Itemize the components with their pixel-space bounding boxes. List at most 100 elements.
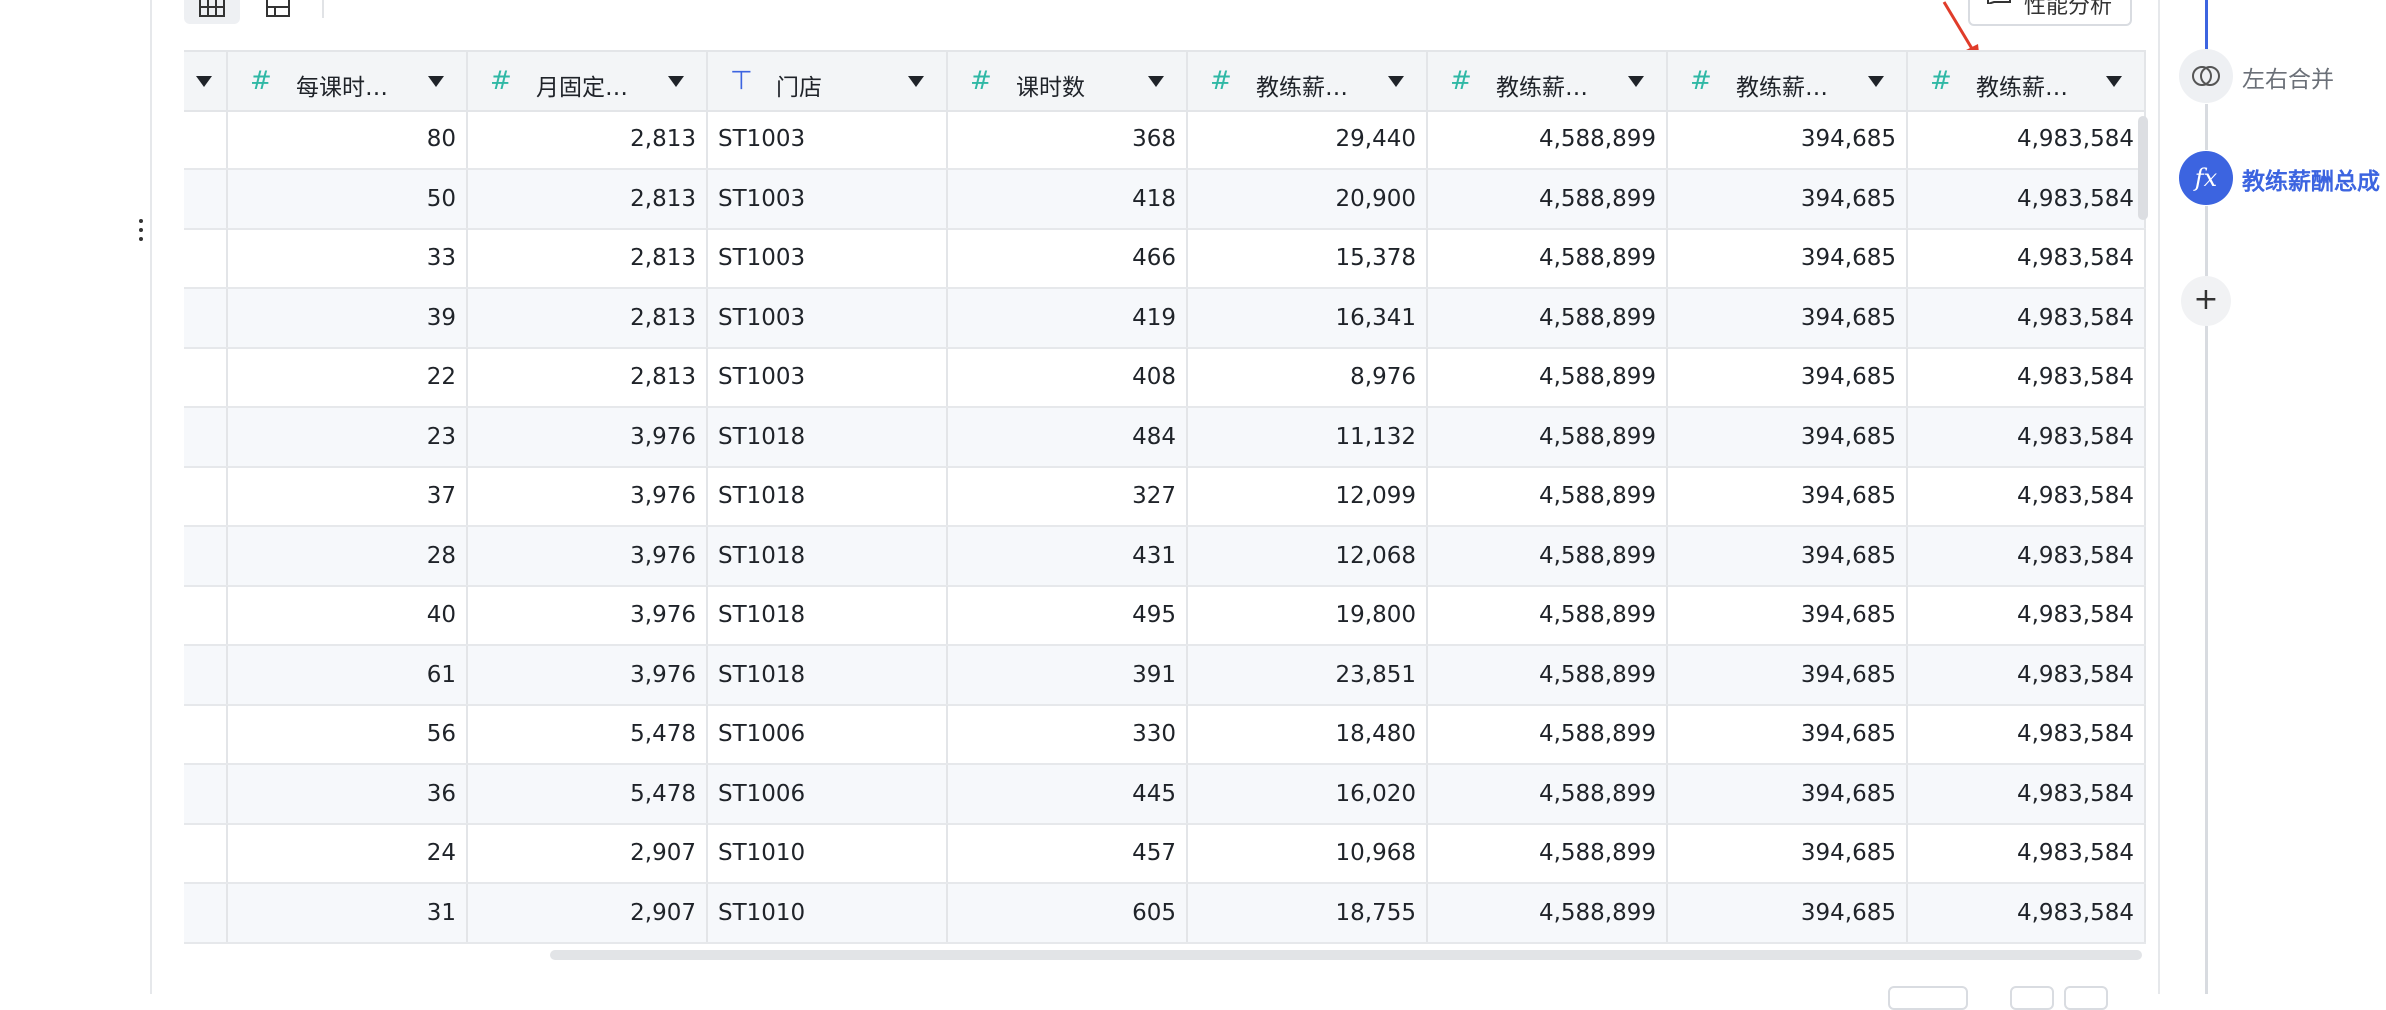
column-header[interactable]: # 每课时… [228,52,468,110]
column-header-label: 月固定… [536,75,628,101]
table-cell: 61 [228,645,468,704]
grid-icon [199,0,225,17]
table-row[interactable]: 28 3,976 ST1018 431 12,068 4,588,899 394,685 4,… [184,526,2146,587]
table-row[interactable]: 23 3,976 ST1018 484 11,132 4,588,899 394,685 4,… [184,407,2146,468]
page-size-select[interactable] [1888,986,1968,1010]
number-type-icon: # [1930,66,1952,96]
add-node-button[interactable]: + [2181,276,2231,326]
table-cell: 39 [228,288,468,347]
layout-view-button[interactable] [256,0,300,24]
table-row[interactable]: 40 3,976 ST1018 495 19,800 4,588,899 394,685 4,… [184,586,2146,646]
column-menu-icon[interactable] [196,76,212,87]
table-cell: 431 [948,526,1188,585]
formula-node[interactable]: fx [2179,151,2233,205]
table-cell: 4,983,584 [1908,229,2146,287]
table-cell: 15,378 [1188,229,1428,287]
table-row[interactable]: 24 2,907 ST1010 457 10,968 4,588,899 394,685 4,… [184,824,2146,884]
column-menu-icon[interactable] [1388,76,1404,87]
table-row[interactable]: 31 2,907 ST1010 605 18,755 4,588,899 394,685 4,… [184,883,2146,944]
table-cell: 20,900 [1188,169,1428,228]
table-cell: 408 [948,348,1188,406]
table-row[interactable]: 80 2,813 ST1003 368 29,440 4,588,899 394,685 4,… [184,110,2146,170]
column-header[interactable]: # 教练薪… [1188,52,1428,110]
formula-node-label[interactable]: 教练薪酬总成 [2242,162,2380,196]
table-cell: 4,983,584 [1908,467,2146,525]
prev-page-button[interactable] [2010,986,2054,1010]
table-view-button[interactable] [184,0,240,24]
column-menu-icon[interactable] [1628,76,1644,87]
next-page-button[interactable] [2064,986,2108,1010]
horizontal-scrollbar[interactable] [550,950,2142,960]
table-cell: 16,020 [1188,764,1428,823]
table-cell [184,824,228,882]
number-type-icon: # [490,66,512,96]
table-cell: 22 [228,348,468,406]
column-header[interactable]: # 教练薪… [1428,52,1668,110]
column-header-label: 每课时… [296,75,388,101]
merge-node[interactable] [2179,49,2233,103]
table-cell: ST1010 [708,824,948,882]
table-cell: 11,132 [1188,407,1428,466]
table-cell: 4,983,584 [1908,586,2146,644]
table-cell: 394,685 [1668,110,1908,168]
table-cell: 2,813 [468,229,708,287]
column-header[interactable] [184,52,228,110]
flow-connector [2205,206,2208,276]
table-cell: 5,478 [468,705,708,763]
table-row[interactable]: 22 2,813 ST1003 408 8,976 4,588,899 394,685 4,9… [184,348,2146,408]
table-row[interactable]: 37 3,976 ST1018 327 12,099 4,588,899 394,685 4,… [184,467,2146,527]
column-menu-icon[interactable] [1868,76,1884,87]
table-row[interactable]: 50 2,813 ST1003 418 20,900 4,588,899 394,685 4,… [184,169,2146,230]
table-cell: 23 [228,407,468,466]
vertical-scrollbar[interactable] [2138,116,2148,220]
table-cell: 2,813 [468,110,708,168]
table-cell: 12,099 [1188,467,1428,525]
table-cell: 394,685 [1668,288,1908,347]
table-row[interactable]: 56 5,478 ST1006 330 18,480 4,588,899 394,685 4,… [184,705,2146,765]
column-header-label: 教练薪… [1976,75,2068,101]
column-menu-icon[interactable] [908,76,924,87]
table-row[interactable]: 36 5,478 ST1006 445 16,020 4,588,899 394,685 4,… [184,764,2146,825]
table-cell: ST1018 [708,467,948,525]
table-cell: 394,685 [1668,705,1908,763]
column-header[interactable]: # 月固定… [468,52,708,110]
table-cell: 4,983,584 [1908,407,2146,466]
table-cell: 40 [228,586,468,644]
performance-analysis-label: 性能分析 [2024,0,2113,19]
table-cell: 16,341 [1188,288,1428,347]
table-row[interactable]: 33 2,813 ST1003 466 15,378 4,588,899 394,685 4,… [184,229,2146,289]
table-cell [184,467,228,525]
table-cell: 3,976 [468,645,708,704]
number-type-icon: # [250,66,272,96]
table-cell: 368 [948,110,1188,168]
table-cell: 4,983,584 [1908,824,2146,882]
table-cell: 605 [948,883,1188,942]
table-cell: ST1010 [708,883,948,942]
column-menu-icon[interactable] [2106,76,2122,87]
table-cell: 4,588,899 [1428,526,1668,585]
table-cell: 4,983,584 [1908,169,2146,228]
merge-icon [2192,66,2220,86]
table-cell: 2,813 [468,169,708,228]
column-menu-icon[interactable] [1148,76,1164,87]
column-header[interactable]: # 课时数 [948,52,1188,110]
layout-icon [266,0,290,17]
table-cell: 4,588,899 [1428,586,1668,644]
table-cell [184,288,228,347]
drag-handle-icon[interactable] [132,214,150,258]
column-header[interactable]: # 教练薪… [1668,52,1908,110]
table-cell: 2,813 [468,348,708,406]
column-menu-icon[interactable] [428,76,444,87]
column-header[interactable]: ⊤ 门店 [708,52,948,110]
table-cell: 80 [228,110,468,168]
table-cell: 4,588,899 [1428,169,1668,228]
merge-node-label[interactable]: 左右合并 [2242,60,2334,94]
column-header[interactable]: # 教练薪… [1908,52,2146,110]
table-row[interactable]: 61 3,976 ST1018 391 23,851 4,588,899 394,685 4,… [184,645,2146,706]
table-row[interactable]: 39 2,813 ST1003 419 16,341 4,588,899 394,685 4,… [184,288,2146,349]
table-cell [184,229,228,287]
table-cell: 28 [228,526,468,585]
table-cell: 3,976 [468,586,708,644]
column-menu-icon[interactable] [668,76,684,87]
table-cell: 394,685 [1668,586,1908,644]
